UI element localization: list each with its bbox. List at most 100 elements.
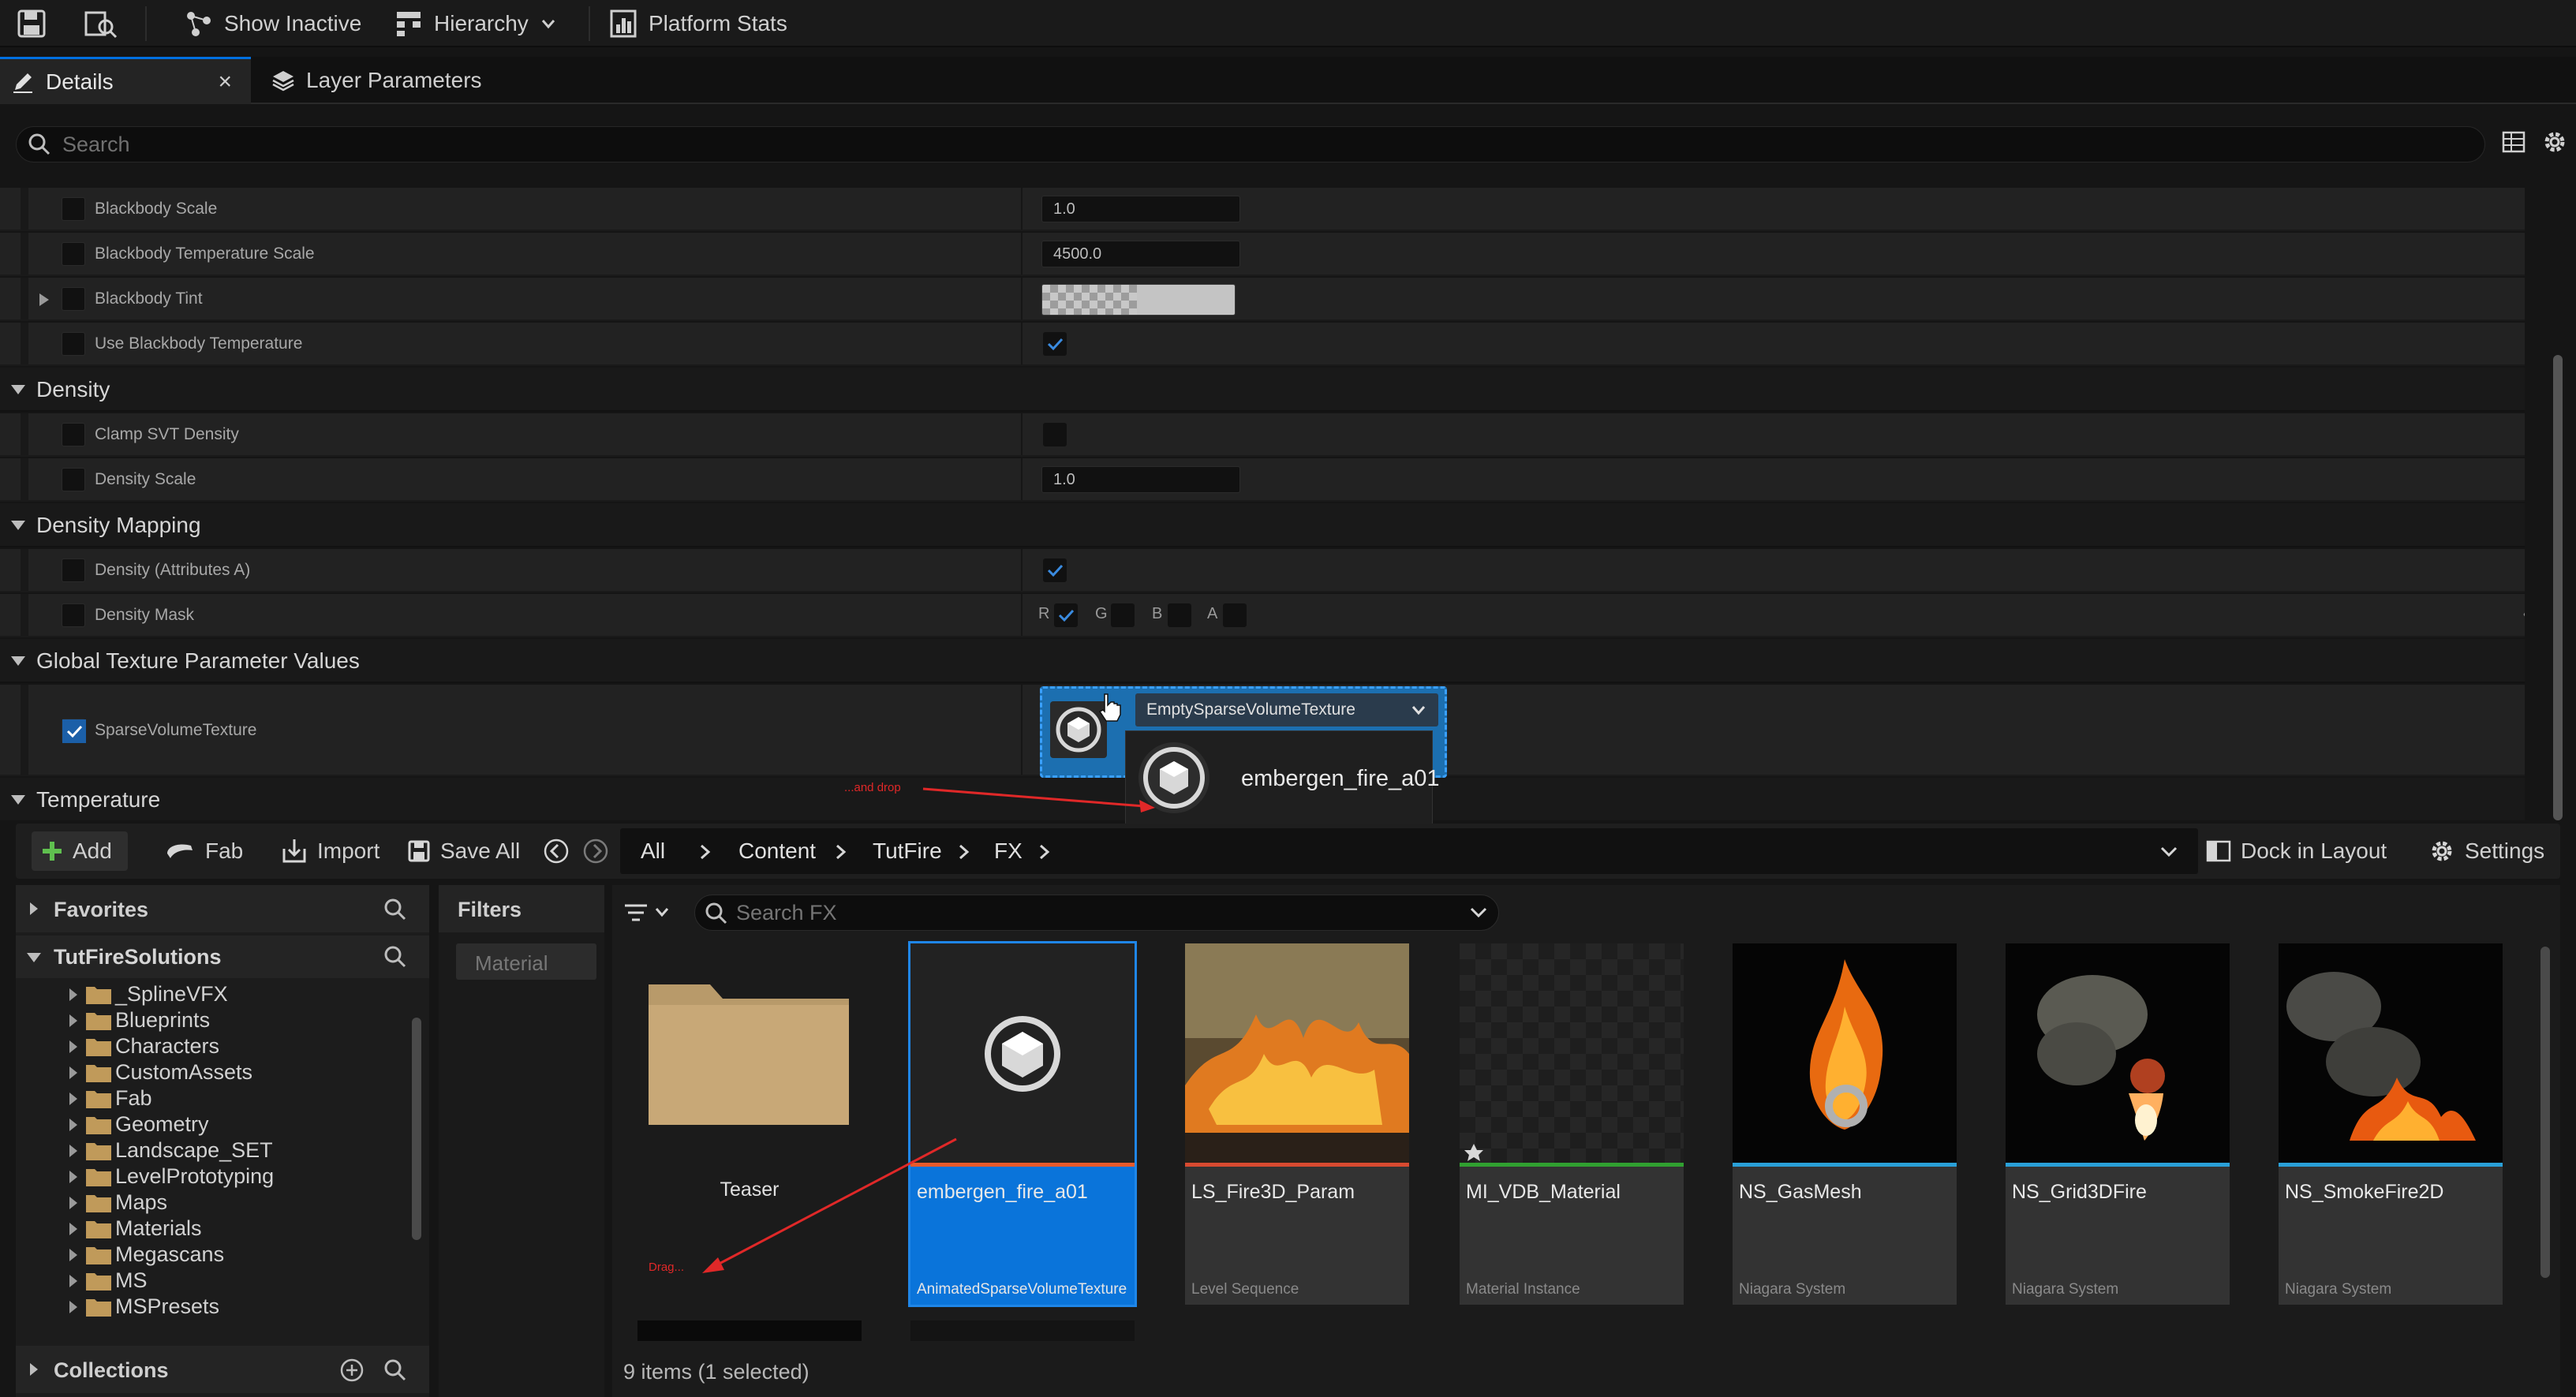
import-button[interactable]: Import: [281, 824, 379, 879]
category-global-texture-parameter-values[interactable]: Global Texture Parameter Values: [0, 639, 2525, 683]
breadcrumb-content[interactable]: Content: [738, 839, 816, 864]
history-back-button[interactable]: [543, 824, 570, 879]
content-browser-settings-button[interactable]: Settings: [2428, 824, 2544, 879]
asset-picker-combo[interactable]: EmptySparseVolumeTexture: [1135, 693, 1438, 727]
add-collection-icon[interactable]: [339, 1358, 365, 1383]
color-swatch[interactable]: [1041, 284, 1236, 316]
collapse-arrow-icon: [27, 953, 41, 962]
gear-icon[interactable]: [2540, 128, 2569, 156]
override-checkbox[interactable]: [62, 423, 85, 446]
expand-arrow-icon: [30, 1363, 38, 1376]
breadcrumb-chevron-icon[interactable]: [699, 843, 712, 861]
reset-to-default-icon[interactable]: [2522, 605, 2525, 626]
filter-chip-material[interactable]: Material: [456, 943, 596, 980]
filter-menu-button[interactable]: [620, 896, 680, 931]
expand-arrow-icon[interactable]: [38, 292, 50, 308]
niagara-thumbnail: [2279, 943, 2503, 1164]
folder-tree-item[interactable]: Geometry: [16, 1111, 209, 1137]
close-tab-icon[interactable]: ×: [218, 69, 232, 95]
override-checkbox[interactable]: [62, 197, 85, 221]
asset-view-scrollbar[interactable]: [2540, 947, 2550, 1278]
breadcrumb-tutfire[interactable]: TutFire: [873, 839, 942, 864]
breadcrumb-all[interactable]: All: [641, 839, 665, 864]
collections-header[interactable]: Collections: [16, 1346, 429, 1393]
folder-tree-item[interactable]: CustomAssets: [16, 1059, 252, 1085]
property-label: Density Mask: [95, 606, 195, 624]
favorites-header[interactable]: Favorites: [16, 885, 429, 932]
override-checkbox[interactable]: [62, 719, 86, 743]
property-matrix-icon[interactable]: [2501, 129, 2526, 155]
expand-arrow-icon: [69, 1144, 77, 1157]
category-density[interactable]: Density: [0, 368, 2525, 412]
folder-tree-item[interactable]: Materials: [16, 1216, 202, 1242]
show-inactive-button[interactable]: Show Inactive: [185, 0, 361, 47]
save-icon[interactable]: [16, 0, 47, 47]
folder-icon: [86, 1298, 111, 1317]
breadcrumb-fx[interactable]: FX: [994, 839, 1023, 864]
override-checkbox[interactable]: [62, 332, 85, 356]
asset-tile-partial[interactable]: [637, 1320, 862, 1341]
asset-search-input[interactable]: [736, 900, 1430, 925]
browse-asset-icon[interactable]: [84, 0, 118, 47]
search-icon[interactable]: [383, 945, 407, 969]
search-icon[interactable]: [383, 1358, 407, 1382]
override-checkbox[interactable]: [62, 287, 85, 311]
mask-channel-a-checkbox[interactable]: [1223, 603, 1247, 627]
details-search-input[interactable]: [62, 132, 2350, 157]
override-checkbox[interactable]: [62, 242, 85, 266]
chevron-down-icon[interactable]: [1468, 905, 1489, 921]
override-checkbox[interactable]: [62, 558, 85, 582]
folder-tree-item[interactable]: _SplineVFX: [16, 981, 228, 1007]
asset-type: Niagara System: [2285, 1281, 2392, 1298]
breadcrumb-chevron-icon[interactable]: [835, 843, 847, 861]
category-density-mapping[interactable]: Density Mapping: [0, 503, 2525, 547]
add-button[interactable]: Add: [32, 831, 128, 871]
breadcrumb-chevron-icon[interactable]: [1038, 843, 1051, 861]
asset-tile-partial[interactable]: [910, 1320, 1135, 1341]
folder-tree-item[interactable]: MSPresets: [16, 1294, 219, 1320]
asset-tile[interactable]: MI_VDB_Material Material Instance: [1460, 943, 1684, 1305]
history-forward-button[interactable]: [582, 824, 609, 879]
hierarchy-dropdown[interactable]: Hierarchy: [394, 0, 557, 47]
asset-info: MI_VDB_Material Material Instance: [1460, 1167, 1684, 1305]
breadcrumb-chevron-icon[interactable]: [958, 843, 970, 861]
folder-tree-item[interactable]: LevelPrototyping: [16, 1164, 274, 1190]
asset-count-status: 9 items (1 selected): [623, 1360, 809, 1384]
mask-channel-b-checkbox[interactable]: [1168, 603, 1191, 627]
save-all-button[interactable]: Save All: [407, 824, 520, 879]
folder-name: MS: [115, 1268, 148, 1292]
override-checkbox[interactable]: [62, 603, 85, 627]
use-blackbody-temperature-checkbox[interactable]: [1043, 332, 1067, 356]
search-icon[interactable]: [383, 898, 407, 921]
mask-channel-r-checkbox[interactable]: [1054, 603, 1078, 627]
asset-tile[interactable]: NS_GasMesh Niagara System: [1733, 943, 1957, 1305]
folder-tree-item[interactable]: Blueprints: [16, 1007, 210, 1033]
override-checkbox[interactable]: [62, 468, 85, 491]
density-attributes-a-checkbox[interactable]: [1043, 558, 1067, 582]
tab-layer-parameters[interactable]: Layer Parameters: [260, 57, 521, 104]
fab-button[interactable]: Fab: [163, 824, 243, 879]
project-tree-header[interactable]: TutFireSolutions: [16, 936, 429, 978]
asset-tile[interactable]: NS_SmokeFire2D Niagara System: [2279, 943, 2503, 1305]
folder-tree-scrollbar[interactable]: [412, 1018, 421, 1240]
details-scrollbar[interactable]: [2553, 355, 2563, 820]
asset-tile[interactable]: NS_Grid3DFire Niagara System: [2006, 943, 2230, 1305]
folder-tree-item[interactable]: Characters: [16, 1033, 219, 1059]
folder-tree-item[interactable]: MS: [16, 1268, 148, 1294]
folder-tree-item[interactable]: Maps: [16, 1190, 167, 1216]
asset-tile[interactable]: LS_Fire3D_Param Level Sequence: [1185, 943, 1409, 1305]
folder-icon: [86, 1064, 111, 1082]
density-scale-input[interactable]: 1.0: [1041, 466, 1240, 493]
blackbody-scale-input[interactable]: 1.0: [1041, 196, 1240, 222]
project-root-label: TutFireSolutions: [54, 945, 222, 969]
blackbody-temperature-scale-input[interactable]: 4500.0: [1041, 241, 1240, 267]
tab-details[interactable]: Details ×: [0, 57, 251, 104]
clamp-svt-density-checkbox[interactable]: [1043, 423, 1067, 446]
path-history-chevron-icon[interactable]: [2159, 844, 2179, 860]
folder-tree-item[interactable]: Fab: [16, 1085, 152, 1111]
folder-tree-item[interactable]: Landscape_SET: [16, 1137, 273, 1164]
mask-channel-g-checkbox[interactable]: [1111, 603, 1135, 627]
folder-tree-item[interactable]: Megascans: [16, 1242, 224, 1268]
platform-stats-button[interactable]: Platform Stats: [609, 0, 787, 47]
dock-in-layout-button[interactable]: Dock in Layout: [2206, 824, 2387, 879]
